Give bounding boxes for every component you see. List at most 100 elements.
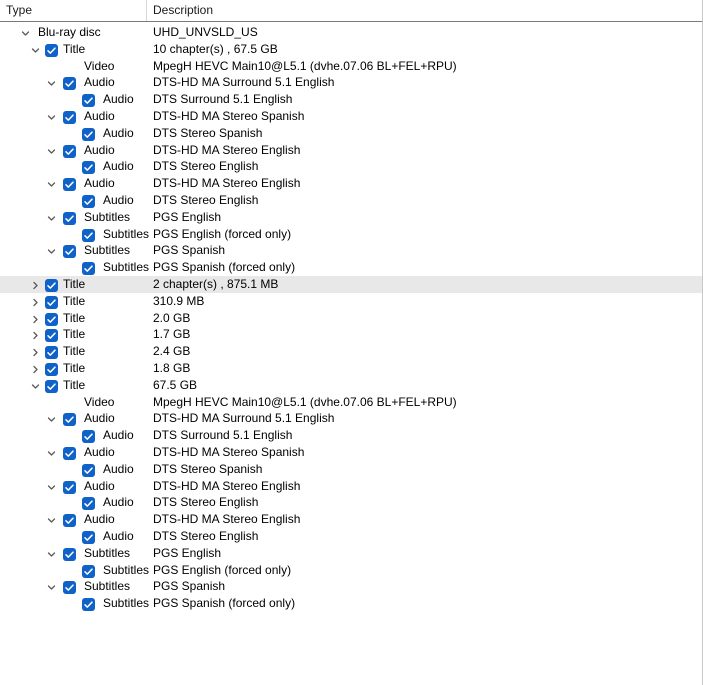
chevron-right-icon[interactable] — [28, 310, 42, 327]
checkbox-checked-icon[interactable] — [63, 77, 76, 91]
chevron-down-icon[interactable] — [44, 142, 58, 159]
chevron-right-icon[interactable] — [28, 293, 42, 310]
checkbox-checked-icon[interactable] — [82, 598, 95, 612]
row-type-label: Title — [63, 310, 86, 325]
tree-row[interactable]: Title 2.0 GB — [0, 310, 702, 327]
checkbox-checked-icon[interactable] — [82, 127, 95, 141]
column-header-description[interactable]: Description — [147, 0, 702, 21]
chevron-down-icon[interactable] — [44, 545, 58, 562]
tree-row[interactable]: Audio DTS-HD MA Stereo Spanish — [0, 444, 702, 461]
row-type-label: Title — [63, 377, 86, 392]
checkbox-checked-icon[interactable] — [63, 413, 76, 427]
tree-row[interactable]: Title 10 chapter(s) , 67.5 GB — [0, 41, 702, 58]
tree-row[interactable]: Title 1.7 GB — [0, 326, 702, 343]
tree-row[interactable]: Video MpegH HEVC Main10@L5.1 (dvhe.07.06 … — [0, 58, 702, 75]
chevron-down-icon[interactable] — [44, 175, 58, 192]
tree-row[interactable]: Audio DTS Stereo Spanish — [0, 125, 702, 142]
checkbox-checked-icon[interactable] — [82, 463, 95, 477]
checkbox-checked-icon[interactable] — [63, 446, 76, 460]
tree-row[interactable]: Title 2 chapter(s) , 875.1 MB — [0, 275, 702, 293]
checkbox-checked-icon[interactable] — [45, 295, 58, 309]
tree-row[interactable]: Subtitles PGS English — [0, 209, 702, 226]
checkbox-checked-icon[interactable] — [63, 110, 76, 124]
checkbox-checked-icon[interactable] — [82, 161, 95, 175]
tree-row[interactable]: Audio DTS Stereo English — [0, 192, 702, 209]
checkbox-checked-icon[interactable] — [63, 480, 76, 494]
tree-row[interactable]: Title 2.4 GB — [0, 343, 702, 360]
checkbox-checked-icon[interactable] — [63, 581, 76, 595]
checkbox-checked-icon[interactable] — [45, 312, 58, 326]
checkbox-checked-icon[interactable] — [63, 144, 76, 158]
checkbox-checked-icon[interactable] — [63, 514, 76, 528]
tree-row[interactable]: Audio DTS-HD MA Surround 5.1 English — [0, 74, 702, 91]
chevron-down-icon[interactable] — [44, 478, 58, 495]
tree-row[interactable]: Audio DTS-HD MA Surround 5.1 English — [0, 410, 702, 427]
chevron-down-icon[interactable] — [44, 108, 58, 125]
chevron-down-icon[interactable] — [28, 377, 42, 394]
checkbox-checked-icon[interactable] — [82, 430, 95, 444]
checkbox-checked-icon[interactable] — [82, 564, 95, 578]
tree-row[interactable]: Subtitles PGS Spanish — [0, 242, 702, 259]
checkbox-checked-icon[interactable] — [63, 547, 76, 561]
chevron-down-icon[interactable] — [44, 410, 58, 427]
tree-row[interactable]: Audio DTS Stereo English — [0, 528, 702, 545]
checkbox-checked-icon[interactable] — [45, 278, 58, 292]
row-type-label: Audio — [103, 428, 134, 443]
tree-row[interactable]: Blu-ray disc UHD_UNVSLD_US — [0, 24, 702, 41]
chevron-down-icon[interactable] — [44, 242, 58, 259]
checkbox-checked-icon[interactable] — [82, 262, 95, 276]
tree-row[interactable]: Subtitles PGS Spanish (forced only) — [0, 259, 702, 276]
tree-row[interactable]: Subtitles PGS English (forced only) — [0, 562, 702, 579]
chevron-right-icon[interactable] — [28, 343, 42, 360]
chevron-right-icon[interactable] — [28, 360, 42, 377]
checkbox-checked-icon[interactable] — [63, 178, 76, 192]
tree-row[interactable]: Audio DTS Stereo Spanish — [0, 461, 702, 478]
checkbox-checked-icon[interactable] — [82, 194, 95, 208]
checkbox-checked-icon[interactable] — [45, 362, 58, 376]
chevron-down-icon[interactable] — [18, 24, 32, 41]
checkbox-checked-icon[interactable] — [82, 497, 95, 511]
chevron-down-icon[interactable] — [28, 41, 42, 58]
tree-row[interactable]: Title 310.9 MB — [0, 293, 702, 310]
chevron-down-icon[interactable] — [44, 511, 58, 528]
tree-row[interactable]: Title 1.8 GB — [0, 360, 702, 377]
row-type-label: Subtitles — [84, 579, 131, 594]
tree-row[interactable]: Subtitles PGS Spanish (forced only) — [0, 595, 702, 612]
chevron-down-icon[interactable] — [44, 74, 58, 91]
column-header-type[interactable]: Type — [0, 0, 147, 21]
checkbox-checked-icon[interactable] — [63, 211, 76, 225]
tree-row[interactable]: Title 67.5 GB — [0, 377, 702, 394]
tree-row[interactable]: Audio DTS-HD MA Stereo English — [0, 511, 702, 528]
checkbox-checked-icon[interactable] — [82, 228, 95, 242]
tree-row[interactable]: Audio DTS Surround 5.1 English — [0, 427, 702, 444]
row-description-label: DTS-HD MA Surround 5.1 English — [153, 411, 335, 426]
checkbox-checked-icon[interactable] — [82, 94, 95, 108]
checkbox-checked-icon[interactable] — [82, 530, 95, 544]
chevron-down-icon[interactable] — [44, 209, 58, 226]
checkbox-checked-icon[interactable] — [63, 245, 76, 259]
tree-row[interactable]: Audio DTS Surround 5.1 English — [0, 91, 702, 108]
tree-row[interactable]: Audio DTS-HD MA Stereo Spanish — [0, 108, 702, 125]
tree-row[interactable]: Subtitles PGS English — [0, 545, 702, 562]
row-description-label: PGS English (forced only) — [153, 562, 292, 577]
tree-row[interactable]: Audio DTS Stereo English — [0, 158, 702, 175]
tree-row[interactable]: Audio DTS Stereo English — [0, 494, 702, 511]
tree-row[interactable]: Video MpegH HEVC Main10@L5.1 (dvhe.07.06 … — [0, 394, 702, 411]
row-description-label: 310.9 MB — [153, 293, 205, 308]
checkbox-checked-icon[interactable] — [45, 379, 58, 393]
tree-row[interactable]: Subtitles PGS Spanish — [0, 578, 702, 595]
chevron-down-icon[interactable] — [44, 578, 58, 595]
row-type-label: Title — [63, 293, 86, 308]
tree-row[interactable]: Subtitles PGS English (forced only) — [0, 226, 702, 243]
chevron-right-icon[interactable] — [28, 276, 42, 293]
chevron-right-icon[interactable] — [28, 326, 42, 343]
checkbox-checked-icon[interactable] — [45, 43, 58, 57]
checkbox-checked-icon[interactable] — [45, 346, 58, 360]
tree-row[interactable]: Audio DTS-HD MA Stereo English — [0, 142, 702, 159]
tree-row[interactable]: Audio DTS-HD MA Stereo English — [0, 175, 702, 192]
chevron-down-icon[interactable] — [44, 444, 58, 461]
tree-row-list: Blu-ray disc UHD_UNVSLD_US Title 10 chapter… — [0, 22, 702, 612]
tree-row[interactable]: Audio DTS-HD MA Stereo English — [0, 478, 702, 495]
checkbox-checked-icon[interactable] — [45, 329, 58, 343]
row-type-label: Video — [84, 58, 115, 73]
